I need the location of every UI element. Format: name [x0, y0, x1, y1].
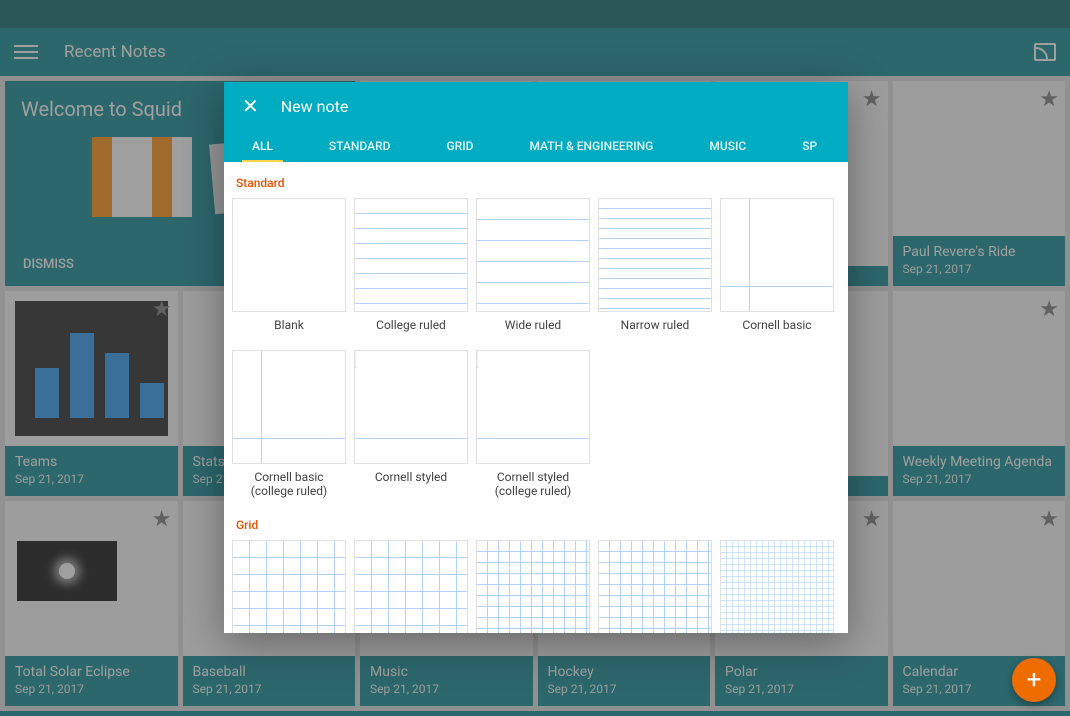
tab-math[interactable]: MATH & ENGINEERING	[501, 130, 681, 162]
template-grid[interactable]	[598, 540, 712, 633]
template-label: Narrow ruled	[619, 312, 692, 342]
dialog-body[interactable]: Standard Blank College ruled Wide ruled …	[224, 162, 848, 633]
template-label: Cornell styled	[373, 464, 449, 494]
template-label: Blank	[272, 312, 306, 342]
plus-icon: +	[1027, 665, 1042, 695]
template-grid[interactable]	[232, 540, 346, 633]
tab-sports[interactable]: SP	[774, 130, 845, 162]
template-cornell-basic-ruled[interactable]: Cornell basic (college ruled)	[232, 350, 346, 504]
dialog-title: New note	[281, 97, 349, 116]
template-grid[interactable]	[720, 540, 834, 633]
new-note-dialog: ✕ New note ALL STANDARD GRID MATH & ENGI…	[224, 82, 848, 633]
template-label: College ruled	[374, 312, 448, 342]
template-label: Wide ruled	[503, 312, 563, 342]
tab-all[interactable]: ALL	[224, 130, 301, 162]
template-label: Cornell basic	[740, 312, 813, 342]
template-label: Cornell styled (college ruled)	[476, 464, 590, 504]
template-label: Cornell basic (college ruled)	[232, 464, 346, 504]
template-wide-ruled[interactable]: Wide ruled	[476, 198, 590, 342]
close-icon[interactable]: ✕	[242, 94, 259, 118]
tab-music[interactable]: MUSIC	[681, 130, 774, 162]
template-cornell-basic[interactable]: Cornell basic	[720, 198, 834, 342]
template-grid[interactable]	[354, 540, 468, 633]
dialog-header: ✕ New note	[224, 82, 848, 130]
template-blank[interactable]: Blank	[232, 198, 346, 342]
template-cornell-styled-ruled[interactable]: Cornell styled (college ruled)	[476, 350, 590, 504]
section-standard: Standard	[232, 162, 840, 198]
template-college-ruled[interactable]: College ruled	[354, 198, 468, 342]
section-grid: Grid	[232, 504, 840, 540]
template-cornell-styled[interactable]: Cornell styled	[354, 350, 468, 504]
template-grid[interactable]	[476, 540, 590, 633]
dialog-tabs: ALL STANDARD GRID MATH & ENGINEERING MUS…	[224, 130, 848, 162]
fab-add-note[interactable]: +	[1012, 658, 1056, 702]
template-narrow-ruled[interactable]: Narrow ruled	[598, 198, 712, 342]
tab-standard[interactable]: STANDARD	[301, 130, 419, 162]
tab-grid[interactable]: GRID	[418, 130, 501, 162]
